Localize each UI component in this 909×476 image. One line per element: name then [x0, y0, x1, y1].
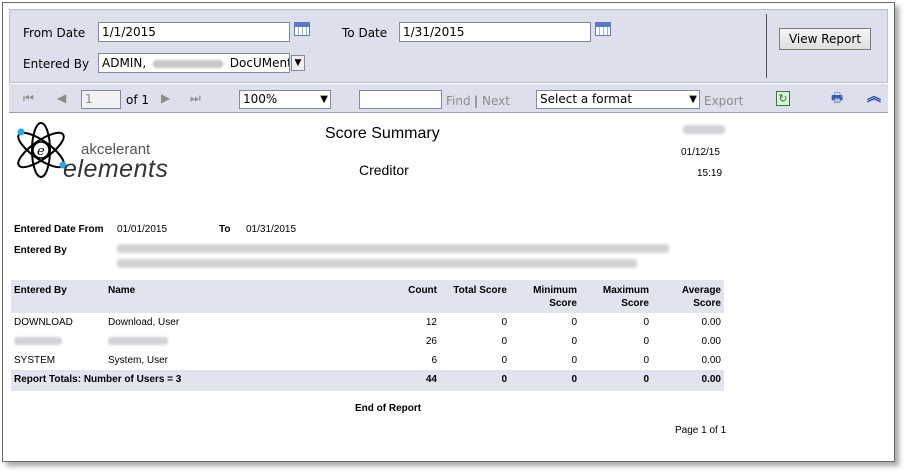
find-separator: |	[474, 94, 479, 108]
row-count: 26	[425, 336, 437, 347]
end-of-report-label: End of Report	[355, 403, 422, 414]
column-header-average: Average	[681, 285, 721, 296]
refresh-icon[interactable]: ↻	[776, 91, 790, 106]
totals-max-score: 0	[643, 374, 649, 385]
column-header-total-score: Total Score	[453, 285, 507, 296]
redacted-text	[683, 125, 725, 134]
company-logo: e akcelerant elements	[11, 119, 183, 183]
totals-min-score: 0	[571, 374, 577, 385]
chevron-down-icon: ▼	[689, 94, 697, 105]
first-page-icon[interactable]: ⏮	[23, 90, 34, 106]
chevron-down-icon: ▼	[320, 94, 328, 105]
row-max-score: 0	[643, 317, 649, 328]
entered-date-from-label: Entered Date From	[14, 224, 104, 235]
column-header-maximum-line2: Score	[621, 298, 649, 309]
parameters-panel: From Date 1/1/2015 To Date 1/31/2015 Ent…	[9, 9, 888, 83]
to-date-input[interactable]: 1/31/2015	[399, 22, 591, 42]
view-report-button[interactable]: View Report	[779, 28, 871, 50]
to-date-calendar-icon[interactable]	[595, 22, 611, 36]
last-page-icon[interactable]: ⏭	[190, 90, 201, 106]
prev-page-icon[interactable]: ◀	[57, 90, 66, 106]
totals-label: Report Totals: Number of Users = 3	[14, 374, 182, 385]
row-entered-by: SYSTEM	[14, 355, 56, 366]
redacted-text	[117, 259, 637, 268]
row-name: System, User	[108, 355, 169, 366]
chevron-down-icon[interactable]: ▼	[291, 55, 305, 71]
row-max-score: 0	[643, 336, 649, 347]
to-date-label: To Date	[342, 26, 388, 40]
print-icon[interactable]: 🖶	[831, 91, 843, 106]
collapse-icon[interactable]: ︽	[867, 88, 881, 106]
zoom-value: 100%	[243, 92, 278, 106]
page-number-input[interactable]: 1	[81, 90, 121, 109]
report-viewer-window: From Date 1/1/2015 To Date 1/31/2015 Ent…	[2, 2, 895, 462]
row-total-score: 0	[501, 317, 507, 328]
redacted-text	[14, 337, 62, 345]
column-header-minimum-line2: Score	[549, 298, 577, 309]
entered-by-value-suffix: DocUMentc	[229, 56, 289, 70]
redacted-text	[108, 337, 168, 345]
zoom-select[interactable]: 100% ▼	[239, 90, 331, 109]
column-header-name: Name	[108, 285, 136, 296]
row-name: Download, User	[108, 317, 180, 328]
column-header-average-line2: Score	[693, 298, 721, 309]
find-link[interactable]: Find	[446, 93, 471, 109]
column-header-entered-by: Entered By	[14, 285, 67, 296]
row-count: 12	[425, 317, 437, 328]
row-total-score: 0	[501, 336, 507, 347]
row-min-score: 0	[571, 317, 577, 328]
divider	[766, 14, 767, 78]
redacted-text	[117, 244, 669, 253]
to-value: 01/31/2015	[246, 224, 297, 235]
row-entered-by: DOWNLOAD	[14, 317, 73, 328]
row-max-score: 0	[643, 355, 649, 366]
svg-text:e: e	[37, 144, 45, 159]
atom-logo-icon: e	[17, 122, 67, 178]
entered-by-label: Entered By	[23, 57, 90, 71]
next-page-icon[interactable]: ▶	[161, 90, 170, 106]
next-link[interactable]: Next	[482, 93, 510, 109]
format-value: Select a format	[540, 92, 633, 106]
totals-avg-score: 0.00	[701, 374, 721, 385]
from-date-label: From Date	[23, 26, 86, 40]
entered-by-value-prefix: ADMIN,	[102, 56, 147, 70]
find-input[interactable]	[359, 90, 442, 109]
totals-count: 44	[425, 374, 437, 385]
entered-date-from-value: 01/01/2015	[117, 224, 168, 235]
row-avg-score: 0.00	[701, 355, 721, 366]
report-subtitle: Creditor	[359, 162, 409, 178]
row-avg-score: 0.00	[701, 317, 721, 328]
column-header-minimum: Minimum	[533, 285, 577, 296]
report-page: e akcelerant elements Score Summary Cred…	[9, 115, 888, 461]
from-date-calendar-icon[interactable]	[294, 22, 310, 36]
row-min-score: 0	[571, 355, 577, 366]
redacted-text	[152, 59, 223, 68]
report-time: 15:19	[697, 168, 723, 179]
row-avg-score: 0.00	[701, 336, 721, 347]
entered-by-select[interactable]: ADMIN, DocUMentc	[98, 53, 290, 73]
export-format-select[interactable]: Select a format ▼	[536, 90, 700, 109]
row-count: 6	[431, 355, 437, 366]
page-of-label: of 1	[126, 93, 150, 107]
entered-by-label: Entered By	[14, 245, 67, 256]
report-title: Score Summary	[325, 125, 440, 142]
report-date: 01/12/15	[681, 147, 720, 158]
totals-total-score: 0	[501, 374, 507, 385]
column-header-maximum: Maximum	[602, 285, 649, 296]
to-label: To	[219, 224, 231, 235]
row-min-score: 0	[571, 336, 577, 347]
column-header-count: Count	[408, 285, 437, 296]
from-date-input[interactable]: 1/1/2015	[98, 22, 290, 42]
row-total-score: 0	[501, 355, 507, 366]
report-toolbar: ⏮ ◀ 1 of 1 ▶ ⏭ 100% ▼ Find | Next Select…	[9, 84, 888, 113]
logo-text-line2: elements	[63, 155, 169, 183]
export-link[interactable]: Export	[704, 93, 743, 109]
page-number-label: Page 1 of 1	[675, 425, 727, 436]
